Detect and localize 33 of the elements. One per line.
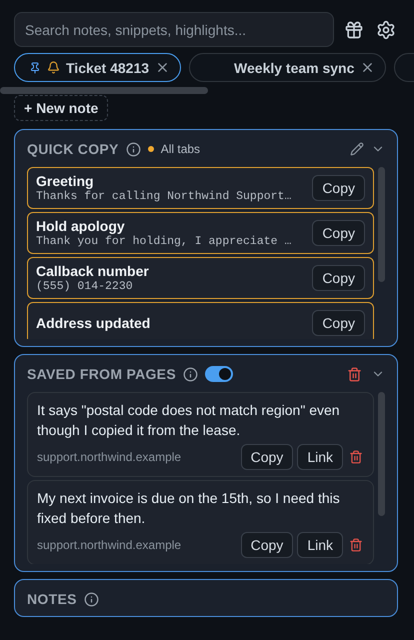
- section-title: SAVED FROM PAGES: [27, 366, 176, 382]
- status-dot: [148, 146, 154, 152]
- saved-text: It says "postal code does not match region" even though I copied it from the lease.: [37, 401, 341, 440]
- info-icon[interactable]: [84, 592, 99, 606]
- snippet-text: (555) 014-2230: [36, 280, 134, 293]
- section-title: QUICK COPY: [27, 141, 119, 157]
- copy-button[interactable]: Copy: [240, 532, 294, 558]
- copy-button[interactable]: Copy: [312, 220, 365, 246]
- tab[interactable]: Ticket 48213: [14, 53, 182, 82]
- link-button[interactable]: Link: [297, 532, 343, 558]
- toggle-switch[interactable]: [204, 366, 233, 382]
- link-button[interactable]: Link: [297, 444, 343, 470]
- copy-button[interactable]: Copy: [312, 175, 365, 201]
- section-title: NOTES: [27, 591, 77, 607]
- saved-text: My next invoice is due on the 15th, so I need this fixed before then.: [37, 489, 341, 528]
- copy-button[interactable]: Copy: [312, 265, 365, 291]
- search-field[interactable]: Search notes, snippets, highlights...: [14, 12, 334, 47]
- source-url: support.northwind.example: [37, 450, 182, 464]
- snippet-title: Address updated: [36, 315, 152, 331]
- tab[interactable]: Weekly team sync: [189, 53, 386, 82]
- scope-label: All tabs: [160, 142, 200, 156]
- copy-button[interactable]: Copy: [312, 310, 365, 336]
- copy-button[interactable]: Copy: [240, 444, 294, 470]
- source-url: support.northwind.example: [37, 538, 182, 552]
- new-note-button[interactable]: + New note: [14, 95, 108, 121]
- snippet-text: Thanks for calling Northwind Support…: [36, 190, 292, 203]
- info-icon[interactable]: [182, 366, 198, 382]
- snippet-text: Thank you for holding, I appreciate …: [36, 235, 292, 248]
- edit-icon[interactable]: [350, 142, 364, 156]
- snippet-title: Callback number: [36, 263, 150, 279]
- snippet-title: Greeting: [36, 173, 95, 189]
- snippet-title: Hold apology: [36, 218, 126, 234]
- info-icon[interactable]: [126, 142, 141, 156]
